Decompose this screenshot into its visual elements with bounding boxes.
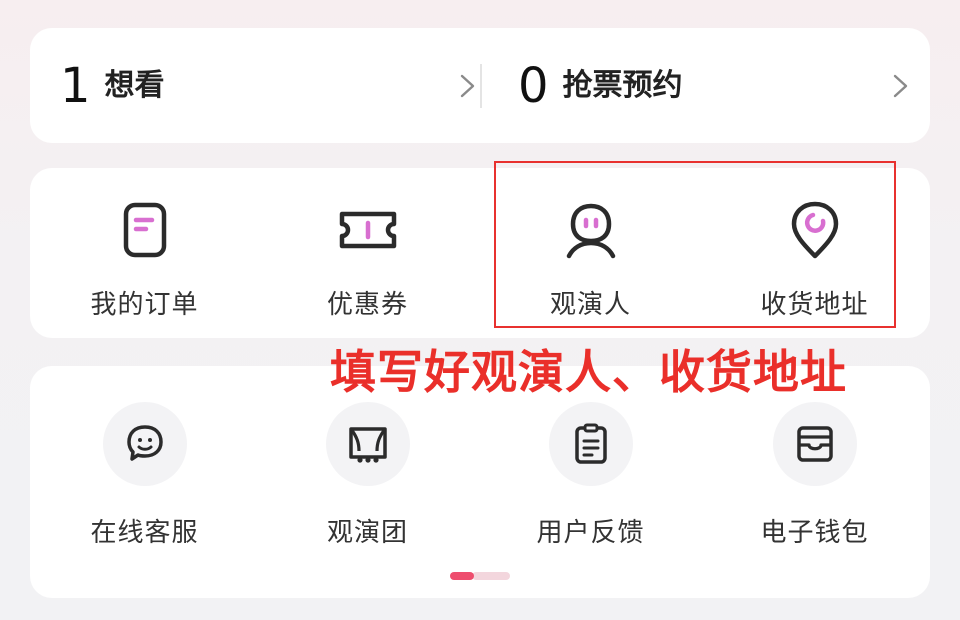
theater-group-icon [348, 427, 387, 463]
feedback-button[interactable]: 用户反馈 [478, 402, 703, 562]
service-label: 电子钱包 [760, 518, 869, 548]
wishlist-count: 1 [60, 57, 91, 114]
icon-background [325, 402, 410, 486]
page-indicator [450, 572, 510, 580]
coupon-icon [339, 211, 396, 249]
quick-action-label: 优惠券 [326, 290, 408, 320]
service-label: 观演团 [326, 518, 408, 548]
my-orders-button[interactable]: 我的订单 [32, 198, 257, 328]
divider [480, 64, 482, 108]
icon-background [102, 402, 187, 486]
chevron-right-icon [893, 74, 908, 98]
wallet-icon [796, 426, 833, 462]
annotation-highlight-box [494, 161, 896, 328]
annotation-text: 填写好观演人、收货地址 [330, 345, 847, 399]
page-indicator-track [472, 572, 510, 580]
icon-background [548, 402, 633, 486]
feedback-icon [574, 423, 607, 464]
stats-card: 1 想看 0 抢票预约 [30, 28, 930, 143]
theater-group-button[interactable]: 观演团 [255, 402, 480, 562]
reservation-label: 抢票预约 [562, 67, 683, 103]
wallet-button[interactable]: 电子钱包 [702, 402, 927, 562]
customer-service-button[interactable]: 在线客服 [32, 402, 257, 562]
chevron-right-icon [460, 74, 475, 98]
customer-service-icon [126, 425, 163, 461]
quick-action-label: 我的订单 [90, 290, 199, 320]
wishlist-label: 想看 [104, 67, 165, 103]
service-label: 用户反馈 [536, 518, 645, 548]
icon-background [772, 402, 857, 486]
order-icon [123, 202, 166, 258]
coupon-button[interactable]: 优惠券 [255, 198, 480, 328]
wishlist-entry[interactable]: 1 想看 [60, 28, 480, 143]
service-label: 在线客服 [90, 518, 199, 548]
reservation-entry[interactable]: 0 抢票预约 [518, 28, 913, 143]
page-indicator-active [450, 572, 474, 580]
reservation-count: 0 [518, 57, 549, 114]
